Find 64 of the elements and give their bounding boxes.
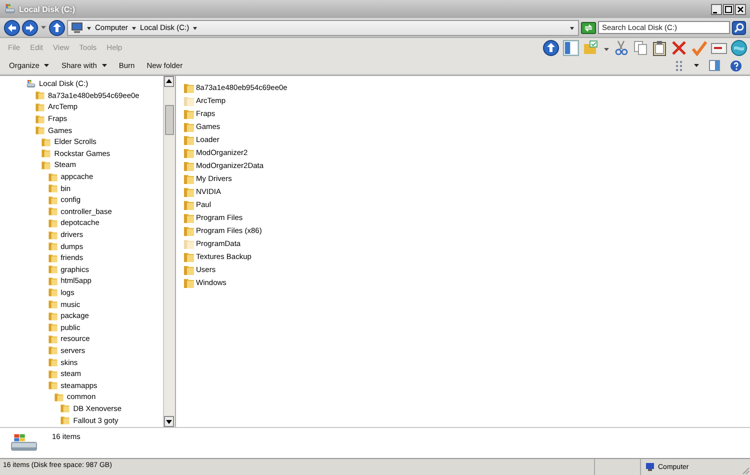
- scroll-thumb[interactable]: [165, 105, 174, 135]
- folder-icon: [41, 160, 52, 170]
- caret-icon: [569, 24, 575, 30]
- folder-icon: [48, 345, 58, 356]
- view-icon[interactable]: [675, 60, 684, 72]
- scissors-icon[interactable]: [614, 40, 629, 55]
- caret-icon: [192, 24, 198, 30]
- folder-icon: [48, 299, 58, 310]
- folder-icon: [35, 114, 45, 124]
- maximize-icon[interactable]: [723, 4, 734, 14]
- folder-icon: [48, 322, 58, 332]
- checkmark-icon[interactable]: [691, 40, 707, 56]
- close-icon[interactable]: [735, 4, 746, 14]
- folder-icon: [60, 415, 70, 426]
- folder-icon: [48, 183, 58, 194]
- caret-icon: [102, 63, 107, 68]
- computer-icon: [645, 462, 655, 472]
- refresh-icon[interactable]: [581, 22, 596, 34]
- folder-icon: [48, 357, 58, 368]
- folder-icon: [48, 252, 58, 263]
- scroll-down-icon: [164, 416, 174, 427]
- up-icon[interactable]: [49, 20, 65, 36]
- caret-icon: [44, 63, 50, 68]
- folder-icon: [48, 206, 58, 216]
- folder-icon: [35, 102, 45, 112]
- caret-icon[interactable]: [694, 63, 699, 68]
- forward-icon[interactable]: [22, 20, 38, 36]
- folder-icon: [48, 334, 58, 344]
- folder-icon: [48, 230, 58, 240]
- folder-icon: [35, 125, 45, 136]
- caret-icon: [86, 24, 92, 30]
- folder-icon: [48, 218, 58, 228]
- globe-icon[interactable]: [731, 40, 747, 56]
- folder-options-icon[interactable]: [583, 40, 598, 55]
- layout-icon[interactable]: [563, 40, 579, 56]
- search-icon[interactable]: [732, 20, 746, 34]
- folder-icon: [41, 136, 52, 147]
- folder-icon: [48, 241, 58, 252]
- caret-icon: [130, 24, 137, 30]
- window-title: Local Disk (C:): [19, 4, 76, 14]
- clipboard-icon[interactable]: [652, 40, 667, 56]
- folder-icon: [48, 287, 58, 298]
- folder-icon: [48, 276, 58, 286]
- delete-icon[interactable]: [671, 40, 687, 56]
- folder-icon: [48, 368, 58, 379]
- back-icon[interactable]: [4, 20, 20, 36]
- folder-icon: [48, 264, 58, 274]
- folder-icon: [48, 310, 58, 321]
- folder-icon: [48, 380, 58, 390]
- minimize-icon[interactable]: [711, 4, 722, 14]
- folder-icon: [60, 403, 70, 414]
- scrollbar[interactable]: [163, 76, 175, 427]
- drive-icon: [26, 78, 36, 89]
- folder-icon: [35, 90, 45, 100]
- preview-pane-icon[interactable]: [709, 60, 720, 71]
- folder-icon: [48, 172, 58, 182]
- folder-icon: [54, 392, 64, 402]
- folder-icon: [48, 194, 58, 205]
- folder-icon: [41, 148, 52, 158]
- drive-icon: [4, 3, 16, 15]
- up-icon[interactable]: [543, 40, 559, 56]
- help-icon[interactable]: [730, 60, 742, 72]
- computer-icon: [71, 22, 83, 34]
- scroll-up-icon: [164, 76, 174, 87]
